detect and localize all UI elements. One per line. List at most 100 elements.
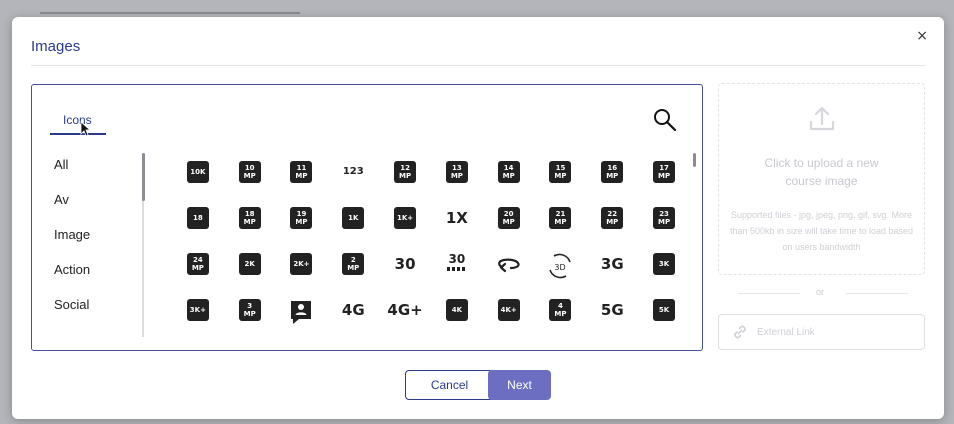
360-icon-glyph [496,253,522,280]
icon-row: 10K 10 MP 11 MP 123 12 MP 13 MP 14 MP 15 MP 16 MP 17 MP [172,157,692,203]
category-scrollbar-thumb[interactable] [142,153,145,201]
5k-icon-glyph: 5K [653,299,676,321]
icon-number: 20 [503,210,514,218]
18-up-rating-icon[interactable]: 18 [172,203,224,249]
3k-plus-icon[interactable]: 3K+ [172,295,224,341]
1k-plus-icon[interactable]: 1K+ [379,203,431,249]
next-button[interactable]: Next [488,370,551,400]
1x-icon[interactable]: 1X [431,203,483,249]
14mp-icon[interactable]: 14 MP [483,157,535,203]
30fps-icon[interactable]: 30 [379,249,431,295]
icon-number: 22 [607,210,618,218]
3g-mobiledata-icon[interactable]: 3G [586,249,638,295]
icon-number: 15 [555,164,566,172]
cancel-button[interactable]: Cancel [405,370,494,400]
icon-row: 18 18 MP 19 MP 1K 1K+ 1X 20 MP 21 MP 22 MP 23 MP [172,203,692,249]
4mp-icon[interactable]: 4 MP [535,295,587,341]
20mp-icon[interactable]: 20 MP [483,203,535,249]
4g-plus-mobiledata-icon[interactable]: 4G+ [379,295,431,341]
icon-number: 23 [659,210,669,218]
13mp-icon[interactable]: 13 MP [431,157,483,203]
19mp-icon[interactable]: 19 MP [276,203,328,249]
18mp-icon[interactable]: 18 MP [224,203,276,249]
2k-plus-icon[interactable]: 2K+ [276,249,328,295]
icon-unit: MP [243,310,256,318]
22mp-icon-glyph: 22 MP [601,207,624,229]
icon-number: 30 [448,252,466,266]
21mp-icon-glyph: 21 MP [549,207,572,229]
123-icon[interactable]: 123 [327,157,379,203]
category-all[interactable]: All [54,157,90,192]
icon-unit: MP [295,218,308,226]
mouse-pointer-icon [80,121,92,137]
3d-rotation-icon[interactable]: 3D [535,249,587,295]
24mp-icon[interactable]: 24 MP [172,249,224,295]
icon-unit: MP [606,172,619,180]
21mp-icon[interactable]: 21 MP [535,203,587,249]
upload-icon [809,106,835,131]
category-action[interactable]: Action [54,262,90,297]
1k-plus-icon-glyph: 1K+ [394,207,417,229]
360-icon[interactable] [483,249,535,295]
icon-number: 21 [555,210,566,218]
10mp-icon[interactable]: 10 MP [224,157,276,203]
17mp-icon[interactable]: 17 MP [638,157,690,203]
external-link-field[interactable] [718,314,925,350]
2mp-icon-glyph: 2 MP [342,253,365,275]
3mp-icon[interactable]: 3 MP [224,295,276,341]
icon-unit: MP [606,218,619,226]
category-image[interactable]: Image [54,227,90,262]
10k-icon-glyph: 10K [186,161,209,183]
123-icon-glyph: 123 [342,166,364,177]
23mp-icon[interactable]: 23 MP [638,203,690,249]
1k-icon[interactable]: 1K [327,203,379,249]
icon-unit: MP [450,172,463,180]
12mp-icon[interactable]: 12 MP [379,157,431,203]
2k-plus-icon-glyph: 2K+ [290,253,313,275]
icon-unit: MP [658,172,671,180]
icon-unit: MP [554,218,567,226]
icon-number: 12 [400,164,410,172]
19mp-icon-glyph: 19 MP [290,207,313,229]
icon-unit: MP [658,218,671,226]
icon-unit: MP [502,218,515,226]
icon-grid-scrollbar[interactable] [693,153,696,167]
16mp-icon[interactable]: 16 MP [586,157,638,203]
11mp-icon-glyph: 11 MP [290,161,313,183]
15mp-icon[interactable]: 15 MP [535,157,587,203]
icon-number: 2 [350,256,356,264]
10k-icon[interactable]: 10K [172,157,224,203]
4k-icon[interactable]: 4K [431,295,483,341]
category-av[interactable]: Av [54,192,90,227]
11mp-icon[interactable]: 11 MP [276,157,328,203]
account-box-icon[interactable] [276,295,328,341]
22mp-icon[interactable]: 22 MP [586,203,638,249]
16mp-icon-glyph: 16 MP [601,161,624,183]
search-icon[interactable] [652,107,678,133]
close-icon[interactable]: × [916,28,928,44]
icon-number: 19 [296,210,307,218]
icon-picker: Icons All Av Image Action Social 10K 10 MP… [31,84,703,351]
or-line-right [846,293,908,294]
icon-number: 4 [558,302,563,310]
3g-mobiledata-icon-glyph: 3G [600,255,624,273]
upload-title: Click to upload a new course image [764,156,879,188]
external-link-input[interactable] [757,326,897,338]
5g-icon[interactable]: 5G [586,295,638,341]
2mp-icon[interactable]: 2 MP [327,249,379,295]
icon-number: 24 [193,256,203,264]
icon-number: 17 [659,164,669,172]
2k-icon[interactable]: 2K [224,249,276,295]
icon-unit: MP [243,218,256,226]
upload-dropzone[interactable]: Click to upload a new course image Suppo… [718,83,925,275]
4k-plus-icon[interactable]: 4K+ [483,295,535,341]
icon-number: 13 [452,164,462,172]
background-text-line [40,12,300,14]
category-social[interactable]: Social [54,297,90,332]
4g-mobiledata-icon[interactable]: 4G [327,295,379,341]
icon-number: 10 [244,164,255,172]
30fps-select-icon[interactable]: 30 [431,249,483,295]
18mp-icon-glyph: 18 MP [238,207,261,229]
5k-icon[interactable]: 5K [638,295,690,341]
3k-icon[interactable]: 3K [638,249,690,295]
